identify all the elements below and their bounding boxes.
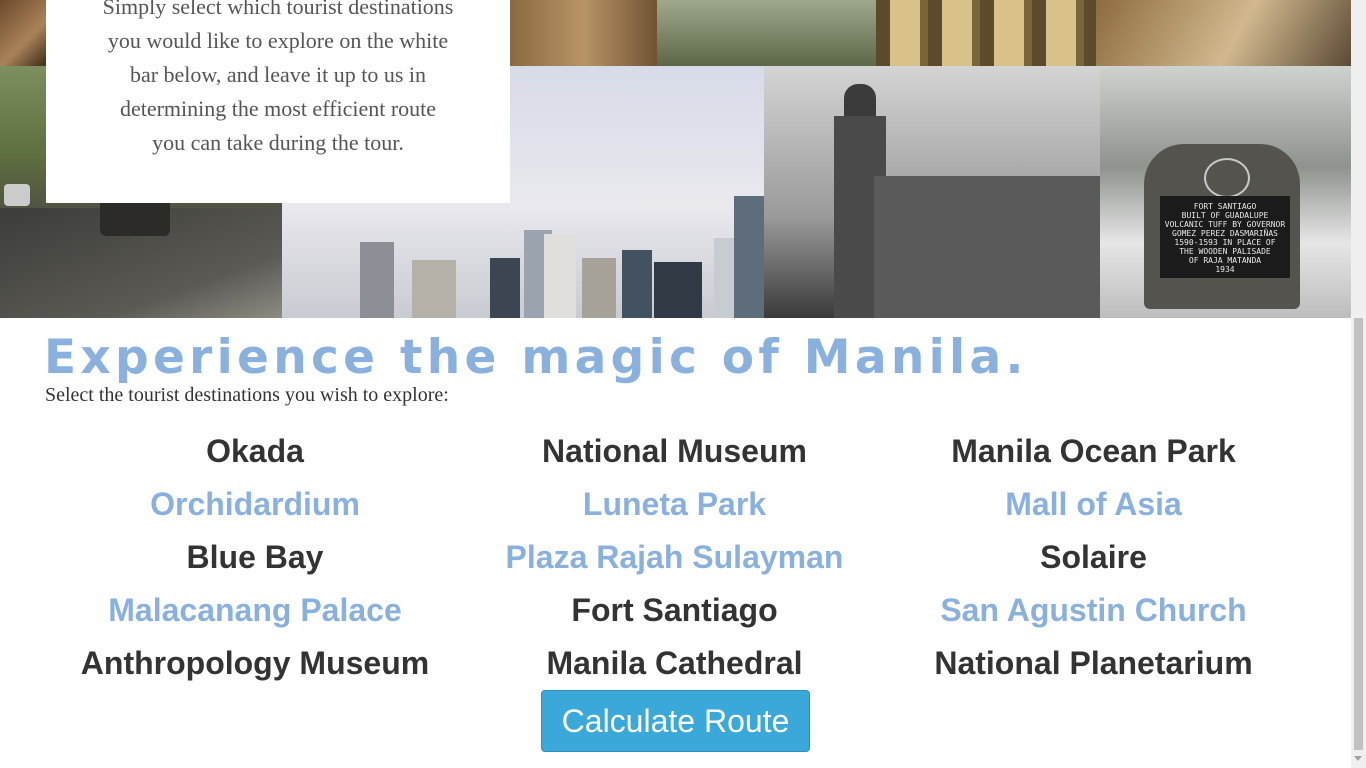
intro-line: you can take during the tour.	[152, 130, 404, 155]
destination-manila-cathedral[interactable]: Manila Cathedral	[465, 637, 884, 690]
destination-okada[interactable]: Okada	[45, 425, 465, 478]
historical-plaque: FORT SANTIAGO BUILT OF GUADALUPE VOLCANI…	[1160, 196, 1290, 278]
seal-emblem	[1204, 158, 1250, 198]
destination-san-agustin-church[interactable]: San Agustin Church	[884, 584, 1303, 637]
destination-anthropology-museum[interactable]: Anthropology Museum	[45, 637, 465, 690]
photo-building	[657, 0, 876, 66]
destination-luneta-park[interactable]: Luneta Park	[465, 478, 884, 531]
intro-line: Simply select which tourist destinations	[102, 0, 454, 19]
photo-street-sepia	[0, 0, 46, 66]
destination-blue-bay[interactable]: Blue Bay	[45, 531, 465, 584]
intro-card: Simply select which tourist destinations…	[46, 0, 510, 203]
destination-national-planetarium[interactable]: National Planetarium	[884, 637, 1303, 690]
destination-plaza-rajah-sulayman[interactable]: Plaza Rajah Sulayman	[465, 531, 884, 584]
cathedral-facade	[874, 176, 1100, 318]
destination-malacanang-palace[interactable]: Malacanang Palace	[45, 584, 465, 637]
photo-street-wires	[1096, 0, 1351, 66]
destination-manila-ocean-park[interactable]: Manila Ocean Park	[884, 425, 1303, 478]
skyline-building	[360, 242, 394, 318]
destination-national-museum[interactable]: National Museum	[465, 425, 884, 478]
page: FORT SANTIAGO BUILT OF GUADALUPE VOLCANI…	[0, 0, 1366, 768]
destination-grid: Okada National Museum Manila Ocean Park …	[45, 425, 1303, 690]
instruction-text: Select the tourist destinations you wish…	[45, 384, 449, 406]
skyline-building	[490, 258, 520, 318]
skyline-building	[654, 262, 702, 318]
intro-line: determining the most efficient route	[119, 96, 437, 121]
car-small	[4, 184, 30, 206]
intro-line: you would like to explore on the white	[107, 28, 449, 53]
skyline-building	[734, 196, 764, 318]
photo-collage: FORT SANTIAGO BUILT OF GUADALUPE VOLCANI…	[0, 0, 1351, 318]
photo-fort-santiago-marker: FORT SANTIAGO BUILT OF GUADALUPE VOLCANI…	[1100, 66, 1351, 318]
scroll-down-arrow-icon[interactable]	[1354, 756, 1362, 761]
intro-line: bar below, and leave it up to us in	[129, 62, 427, 87]
scrollbar-thumb[interactable]	[1354, 318, 1363, 750]
destination-mall-of-asia[interactable]: Mall of Asia	[884, 478, 1303, 531]
skyline-building	[544, 234, 576, 318]
skyline-building	[622, 250, 652, 318]
destination-fort-santiago[interactable]: Fort Santiago	[465, 584, 884, 637]
vertical-scrollbar[interactable]	[1351, 0, 1366, 768]
destination-solaire[interactable]: Solaire	[884, 531, 1303, 584]
destination-orchidardium[interactable]: Orchidardium	[45, 478, 465, 531]
skyline-building	[412, 260, 456, 318]
photo-manila-cathedral	[764, 66, 1100, 318]
photo-columns	[876, 0, 1096, 66]
page-headline: Experience the magic of Manila.	[44, 330, 1028, 385]
photo-pedestrians	[510, 0, 657, 66]
skyline-building	[582, 258, 616, 318]
calculate-route-button[interactable]: Calculate Route	[541, 690, 810, 752]
